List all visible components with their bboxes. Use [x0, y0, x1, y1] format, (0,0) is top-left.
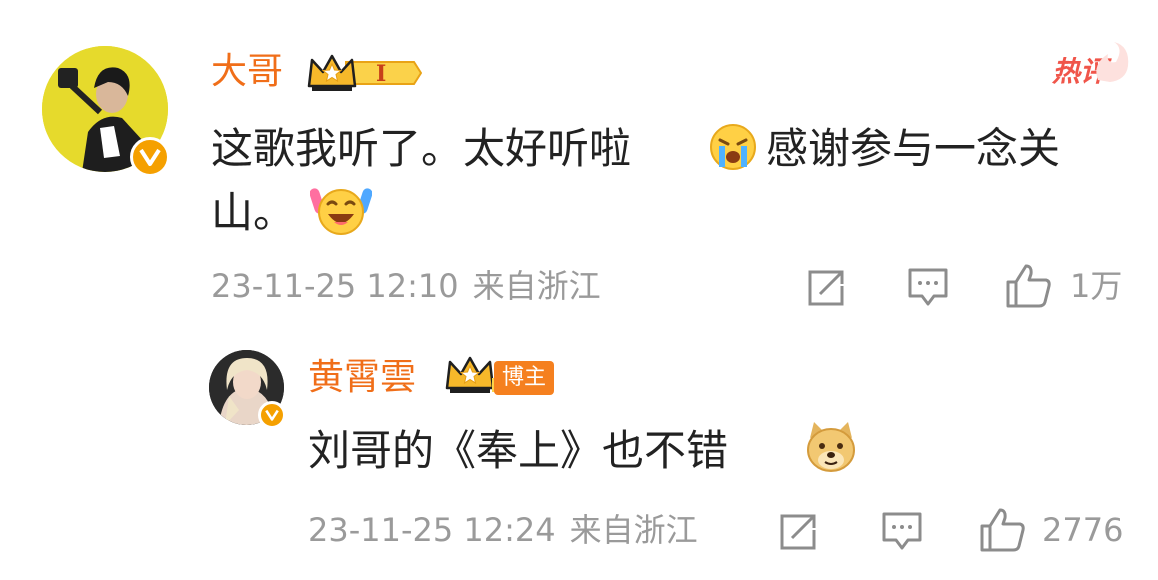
laughing-cheering-face-icon	[310, 188, 372, 235]
comment-timestamp: 23-11-25 12:10	[211, 267, 459, 305]
reply-repost-icon[interactable]	[778, 512, 818, 552]
comment-text-line2: 山。	[211, 188, 296, 237]
reply-meta: 23-11-25 12:24 来自浙江	[308, 514, 712, 546]
comment-author-name[interactable]: 大哥	[211, 54, 283, 90]
host-tag: 博主	[494, 361, 554, 395]
reply-text: 刘哥的《奉上》也不错	[308, 426, 729, 475]
reply-author-name[interactable]: 黄霄雲	[308, 360, 416, 396]
comment-icon[interactable]	[906, 266, 950, 308]
reply-location: 来自浙江	[569, 511, 698, 549]
reply-crown-icon	[445, 356, 498, 393]
comment-text-line1: 这歌我听了。太好听啦	[211, 124, 632, 173]
reply-comment-icon[interactable]	[880, 510, 924, 552]
reply-timestamp: 23-11-25 12:24	[308, 511, 556, 549]
comment-meta: 23-11-25 12:10 来自浙江	[211, 270, 615, 302]
crown-level-badge: I	[306, 52, 422, 94]
comment-text-line1-cont: 感谢参与一念关	[766, 124, 1061, 173]
verified-badge-icon	[130, 137, 170, 177]
comment-location: 来自浙江	[472, 267, 601, 305]
like-count: 1万	[1070, 267, 1123, 305]
reply-like-icon[interactable]	[978, 506, 1026, 554]
crown-icon	[307, 54, 422, 91]
flame-decoration-icon	[1096, 42, 1129, 82]
repost-icon[interactable]	[806, 268, 846, 308]
doge-face-icon	[807, 422, 855, 472]
reply-verified-badge-icon	[258, 401, 286, 429]
level-label: I	[376, 61, 387, 87]
like-icon[interactable]	[1004, 262, 1052, 310]
reply-like-count: 2776	[1042, 511, 1124, 549]
crying-face-icon	[710, 124, 756, 170]
